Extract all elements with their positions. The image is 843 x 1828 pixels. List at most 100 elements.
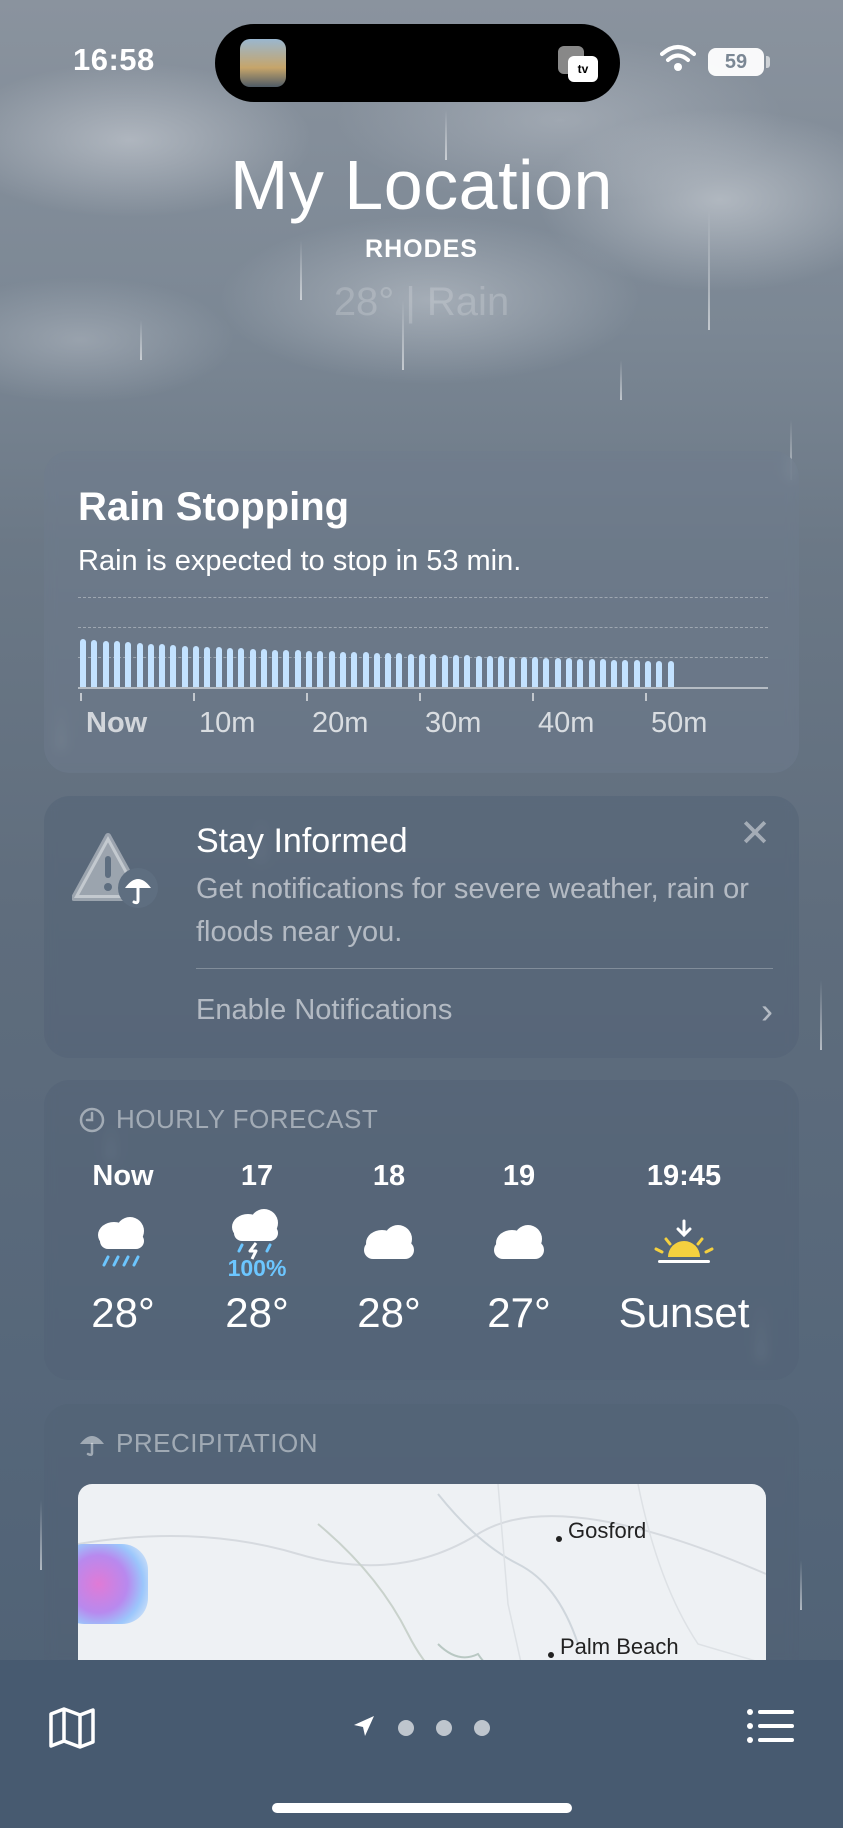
rain-intensity-bar (260, 649, 267, 687)
rain-intensity-bar (351, 651, 358, 687)
bottom-toolbar (0, 1660, 843, 1828)
rain-intensity-bar (362, 652, 369, 687)
rain-intensity-bar (294, 650, 301, 687)
map-place-label: Palm Beach (560, 1634, 679, 1659)
sunset-icon (654, 1219, 714, 1263)
rain-intensity-bar (622, 660, 629, 687)
map-pin (548, 1652, 554, 1658)
rain-intensity-bar (238, 648, 245, 687)
hour-temp: 28° (225, 1289, 289, 1336)
chart-tick (419, 693, 421, 701)
rain-intensity-bar (215, 647, 222, 687)
rain-intensity-bar (577, 658, 584, 687)
chart-tick (306, 693, 308, 701)
rain-intensity-bar (91, 639, 98, 687)
rain-intensity-bar (339, 651, 346, 687)
clock-icon (79, 1107, 105, 1132)
rain-streak (800, 1560, 802, 1610)
rain-intensity-bar (396, 653, 403, 687)
location-arrow-icon[interactable] (352, 1714, 376, 1738)
hourly-item: 18 28° (324, 1160, 454, 1337)
hour-temp: 27° (487, 1289, 551, 1336)
chart-gridline (78, 627, 768, 628)
chart-gridline (78, 597, 768, 598)
status-time: 16:58 (73, 42, 155, 77)
precipitation-header: PRECIPITATION (78, 1428, 318, 1459)
hourly-item: 19 27° (454, 1160, 584, 1337)
precipitation-label: PRECIPITATION (116, 1428, 318, 1458)
rain-card-title: Rain Stopping (78, 485, 350, 529)
rain-intensity-bar (486, 656, 493, 687)
apple-tv-icon: tv (558, 46, 598, 82)
rain-intensity-bar (147, 643, 154, 687)
dynamic-island[interactable]: tv (215, 24, 620, 102)
rain-intensity-bar (645, 660, 651, 687)
rain-intensity-bar (226, 647, 233, 687)
stay-informed-description: Get notifications for severe weather, ra… (196, 873, 749, 948)
rain-streak (620, 360, 622, 400)
page-dot[interactable] (436, 1720, 452, 1736)
chart-tick (80, 693, 82, 701)
cloud-icon (494, 1225, 544, 1259)
rain-intensity-bar (599, 659, 606, 687)
rain-intensity-bar (611, 659, 618, 687)
map-pin (556, 1536, 562, 1542)
list-icon[interactable] (746, 1706, 794, 1746)
rain-intensity-bar (373, 652, 380, 687)
hour-temp: 28° (91, 1289, 155, 1336)
rain-intensity-bar (543, 657, 550, 687)
hour-time: 18 (372, 1160, 406, 1192)
rain-stopping-card[interactable]: Rain Stopping Rain is expected to stop i… (44, 451, 799, 773)
hour-time: 17 (240, 1160, 274, 1192)
page-dot[interactable] (398, 1720, 414, 1736)
chart-tick (193, 693, 195, 701)
rain-intensity-bar (193, 646, 199, 687)
chevron-right-icon[interactable]: › (761, 990, 773, 1032)
map-icon[interactable] (48, 1706, 96, 1750)
rain-intensity-bar (520, 657, 527, 687)
rain-chart: Now 10m 20m 30m 40m 50m (78, 597, 768, 757)
hour-temp: 28° (357, 1289, 421, 1336)
rain-intensity-bar (283, 650, 290, 687)
rain-intensity-bar (125, 642, 132, 687)
page-dot[interactable] (474, 1720, 490, 1736)
rain-intensity-bar (554, 658, 561, 687)
rain-intensity-bar (317, 651, 324, 687)
chart-tick (532, 693, 534, 701)
rain-intensity-bar (80, 639, 86, 687)
rain-intensity-bar (419, 654, 425, 687)
rain-intensity-bar (667, 661, 674, 687)
hourly-forecast-card[interactable]: HOURLY FORECAST Now 28° 17 100% 28° 18 2… (44, 1080, 799, 1380)
stay-informed-card[interactable]: Stay Informed Get notifications for seve… (44, 796, 799, 1058)
rain-intensity-bar (588, 659, 595, 687)
wifi-icon (660, 45, 696, 71)
hourly-forecast-label: HOURLY FORECAST (116, 1104, 379, 1134)
rain-streak (140, 320, 142, 360)
enable-notifications-link[interactable]: Enable Notifications (196, 994, 452, 1027)
rain-intensity-bar (159, 644, 166, 687)
tv-label: tv (568, 56, 598, 82)
hourly-item: 17 100% 28° (192, 1160, 322, 1337)
rain-intensity-bar (170, 645, 177, 687)
umbrella-icon (80, 1435, 104, 1456)
rain-intensity-bar (328, 651, 335, 687)
chart-tick-label: 30m (425, 707, 482, 739)
hourly-forecast-header: HOURLY FORECAST (78, 1104, 378, 1135)
hourly-item: Now 28° (58, 1160, 188, 1337)
chart-tick-label: 50m (651, 707, 708, 739)
chart-tick (645, 693, 647, 701)
rain-intensity-bar (136, 643, 143, 687)
rain-intensity-bar (102, 640, 109, 687)
rain-radar-blob (78, 1544, 148, 1624)
close-icon[interactable]: ✕ (737, 815, 773, 853)
cloud-icon (364, 1225, 414, 1259)
severe-weather-warning-icon (72, 833, 158, 908)
rain-intensity-bar (430, 654, 437, 687)
divider (196, 968, 773, 969)
rain-intensity-bar (306, 650, 312, 687)
rain-intensity-bar (204, 646, 211, 687)
rain-intensity-bar (633, 660, 640, 687)
rain-intensity-bar (385, 653, 392, 687)
rain-streak (40, 1500, 42, 1570)
chart-tick-label: Now (86, 707, 148, 739)
